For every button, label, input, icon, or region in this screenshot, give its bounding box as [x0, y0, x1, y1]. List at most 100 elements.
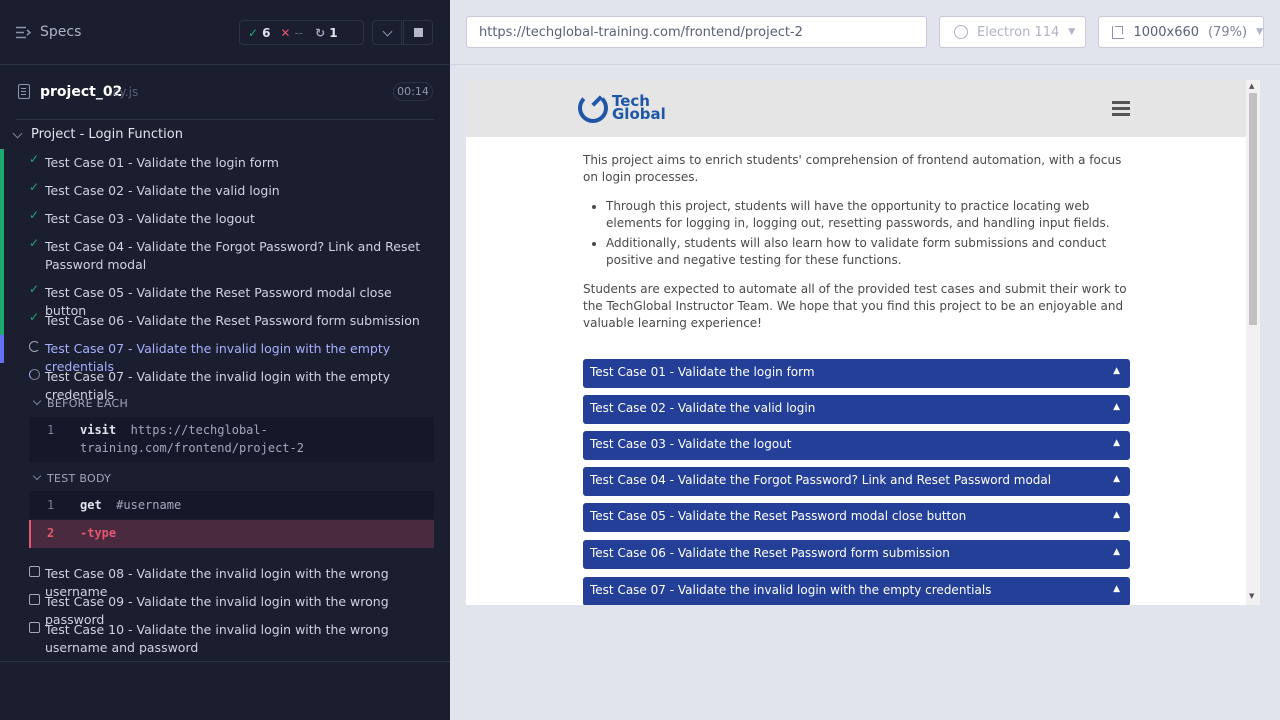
stop-button[interactable] — [403, 20, 433, 45]
passed-bar — [0, 233, 4, 279]
accordion-title: Test Case 05 - Validate the Reset Passwo… — [590, 509, 967, 523]
reporter-topbar: Specs ✓ 6 ✕ -- ↻ 1 — [0, 0, 450, 65]
scroll-up-icon[interactable]: ▲ — [1249, 82, 1254, 90]
browser-selector[interactable]: Electron 114 ▼ — [939, 16, 1086, 48]
test-title: Test Case 03 - Validate the logout — [45, 211, 255, 226]
test-item[interactable]: ✓ Test Case 04 - Validate the Forgot Pas… — [0, 233, 450, 279]
accordion-item[interactable]: Test Case 05 - Validate the Reset Passwo… — [583, 503, 1130, 532]
accordion-item[interactable]: Test Case 04 - Validate the Forgot Passw… — [583, 467, 1130, 496]
chevron-up-icon: ▲ — [1113, 402, 1120, 412]
divider — [16, 119, 434, 120]
spec-duration: 00:14 — [393, 82, 433, 101]
command-get[interactable]: 1 get #username — [29, 491, 434, 519]
test-item[interactable]: Test Case 08 - Validate the invalid logi… — [0, 560, 450, 599]
chevron-up-icon: ▲ — [1113, 474, 1120, 484]
logo-line2: Global — [612, 105, 666, 123]
command-name: visit https://techglobal- — [80, 423, 268, 437]
before-each-label[interactable]: BEFORE EACH — [47, 397, 128, 410]
chevron-up-icon: ▲ — [1113, 584, 1120, 594]
test-item[interactable]: ✓ Test Case 01 - Validate the login form — [0, 149, 450, 177]
suite-header[interactable]: Project - Login Function — [0, 121, 450, 147]
chevron-up-icon: ▲ — [1113, 366, 1120, 376]
logo-text: Tech Global — [612, 94, 666, 123]
command-number: 2 — [47, 526, 55, 540]
command-arg: #username — [116, 498, 182, 512]
chevron-down-icon: ▼ — [1256, 27, 1263, 37]
test-item[interactable]: ✓ Test Case 05 - Validate the Reset Pass… — [0, 279, 450, 318]
test-item[interactable]: Test Case 09 - Validate the invalid logi… — [0, 588, 450, 627]
passed-bar — [0, 307, 4, 335]
test-title: Test Case 02 - Validate the valid login — [45, 183, 280, 198]
chevron-down-icon[interactable] — [32, 471, 42, 481]
test-item[interactable]: ✓ Test Case 06 - Validate the Reset Pass… — [0, 307, 450, 335]
reporter-panel: Specs ✓ 6 ✕ -- ↻ 1 project_02 .cy.js 00:… — [0, 0, 450, 720]
intro-paragraph: This project aims to enrich students' co… — [583, 153, 1122, 184]
accordion-item[interactable]: Test Case 03 - Validate the logout ▲ — [583, 431, 1130, 460]
site-header: Tech Global — [466, 80, 1246, 137]
specs-label: Specs — [40, 24, 82, 40]
scroll-down-icon[interactable]: ▼ — [1249, 592, 1254, 600]
aut-scrollbar[interactable]: ▲ ▼ — [1246, 80, 1260, 605]
loading-icon — [29, 369, 40, 380]
specs-toggle[interactable]: Specs — [16, 24, 81, 40]
chevron-down-icon: ▼ — [1068, 27, 1076, 37]
viewport-scale: (79%) — [1208, 24, 1248, 40]
project-description: This project aims to enrich students' co… — [583, 152, 1131, 344]
viewport-size: 1000x660 — [1133, 24, 1200, 40]
passed-bar — [0, 279, 4, 307]
chevron-down-icon — [382, 26, 392, 36]
hamburger-menu-icon[interactable] — [1112, 101, 1130, 116]
spec-extension: .cy.js — [109, 85, 139, 99]
queued-icon — [29, 622, 40, 633]
viewport-selector[interactable]: 1000x660 (79%) ▼ — [1098, 16, 1264, 48]
passed-icon: ✓ — [248, 25, 259, 40]
accordion-item[interactable]: Test Case 01 - Validate the login form ▲ — [583, 359, 1130, 388]
check-icon: ✓ — [29, 310, 40, 324]
scrollbar-thumb[interactable] — [1249, 93, 1257, 325]
accordion-item[interactable]: Test Case 02 - Validate the valid login … — [583, 395, 1130, 424]
chevron-up-icon: ▲ — [1113, 438, 1120, 448]
chevron-down-icon — [12, 128, 23, 139]
accordion-item[interactable]: Test Case 06 - Validate the Reset Passwo… — [583, 540, 1130, 569]
passed-bar — [0, 149, 4, 177]
viewport-icon — [1112, 25, 1125, 39]
url-bar[interactable]: https://techglobal-training.com/frontend… — [466, 16, 927, 48]
test-item-running[interactable]: Test Case 07 - Validate the invalid logi… — [0, 335, 450, 374]
techglobal-logo[interactable]: Tech Global — [578, 93, 666, 123]
command-name: get #username — [80, 498, 181, 512]
test-item[interactable]: ✓ Test Case 02 - Validate the valid logi… — [0, 177, 450, 205]
test-item[interactable]: ✓ Test Case 03 - Validate the logout — [0, 205, 450, 233]
accordion-title: Test Case 06 - Validate the Reset Passwo… — [590, 546, 950, 560]
specs-list-icon — [16, 26, 31, 38]
accordion-title: Test Case 01 - Validate the login form — [590, 365, 815, 379]
check-icon: ✓ — [29, 236, 40, 250]
app-under-test-frame: Tech Global This project aims to enrich … — [466, 80, 1260, 605]
test-item[interactable]: Test Case 10 - Validate the invalid logi… — [0, 616, 450, 662]
browser-icon — [954, 25, 968, 39]
chevron-down-icon[interactable] — [32, 396, 42, 406]
accordion-title: Test Case 07 - Validate the invalid logi… — [590, 583, 992, 597]
command-arg-continued: training.com/frontend/project-2 — [80, 441, 304, 455]
accordion-item[interactable]: Test Case 07 - Validate the invalid logi… — [583, 577, 1130, 605]
command-visit[interactable]: 1 visit https://techglobal- training.com… — [29, 417, 434, 462]
test-body-label[interactable]: TEST BODY — [47, 472, 111, 485]
test-item-active[interactable]: Test Case 07 - Validate the invalid logi… — [0, 363, 450, 402]
queued-icon — [29, 594, 40, 605]
file-icon — [18, 84, 30, 99]
test-title: Test Case 04 - Validate the Forgot Passw… — [45, 239, 421, 272]
chevron-up-icon: ▲ — [1113, 510, 1120, 520]
command-number: 1 — [47, 423, 55, 437]
command-name-text: get — [80, 498, 102, 512]
passed-bar — [0, 205, 4, 233]
collapse-tests-button[interactable] — [372, 20, 402, 45]
check-icon: ✓ — [29, 180, 40, 194]
command-type-failed[interactable]: 2 -type — [29, 520, 434, 548]
failed-count: -- — [294, 25, 304, 40]
pending-count: 1 — [329, 25, 338, 40]
command-name: -type — [80, 526, 117, 540]
queued-icon — [29, 566, 40, 577]
bullet-item: Through this project, students will have… — [606, 198, 1131, 232]
test-title: Test Case 10 - Validate the invalid logi… — [45, 622, 389, 655]
command-name-text: visit — [80, 423, 117, 437]
logo-icon — [578, 93, 608, 123]
